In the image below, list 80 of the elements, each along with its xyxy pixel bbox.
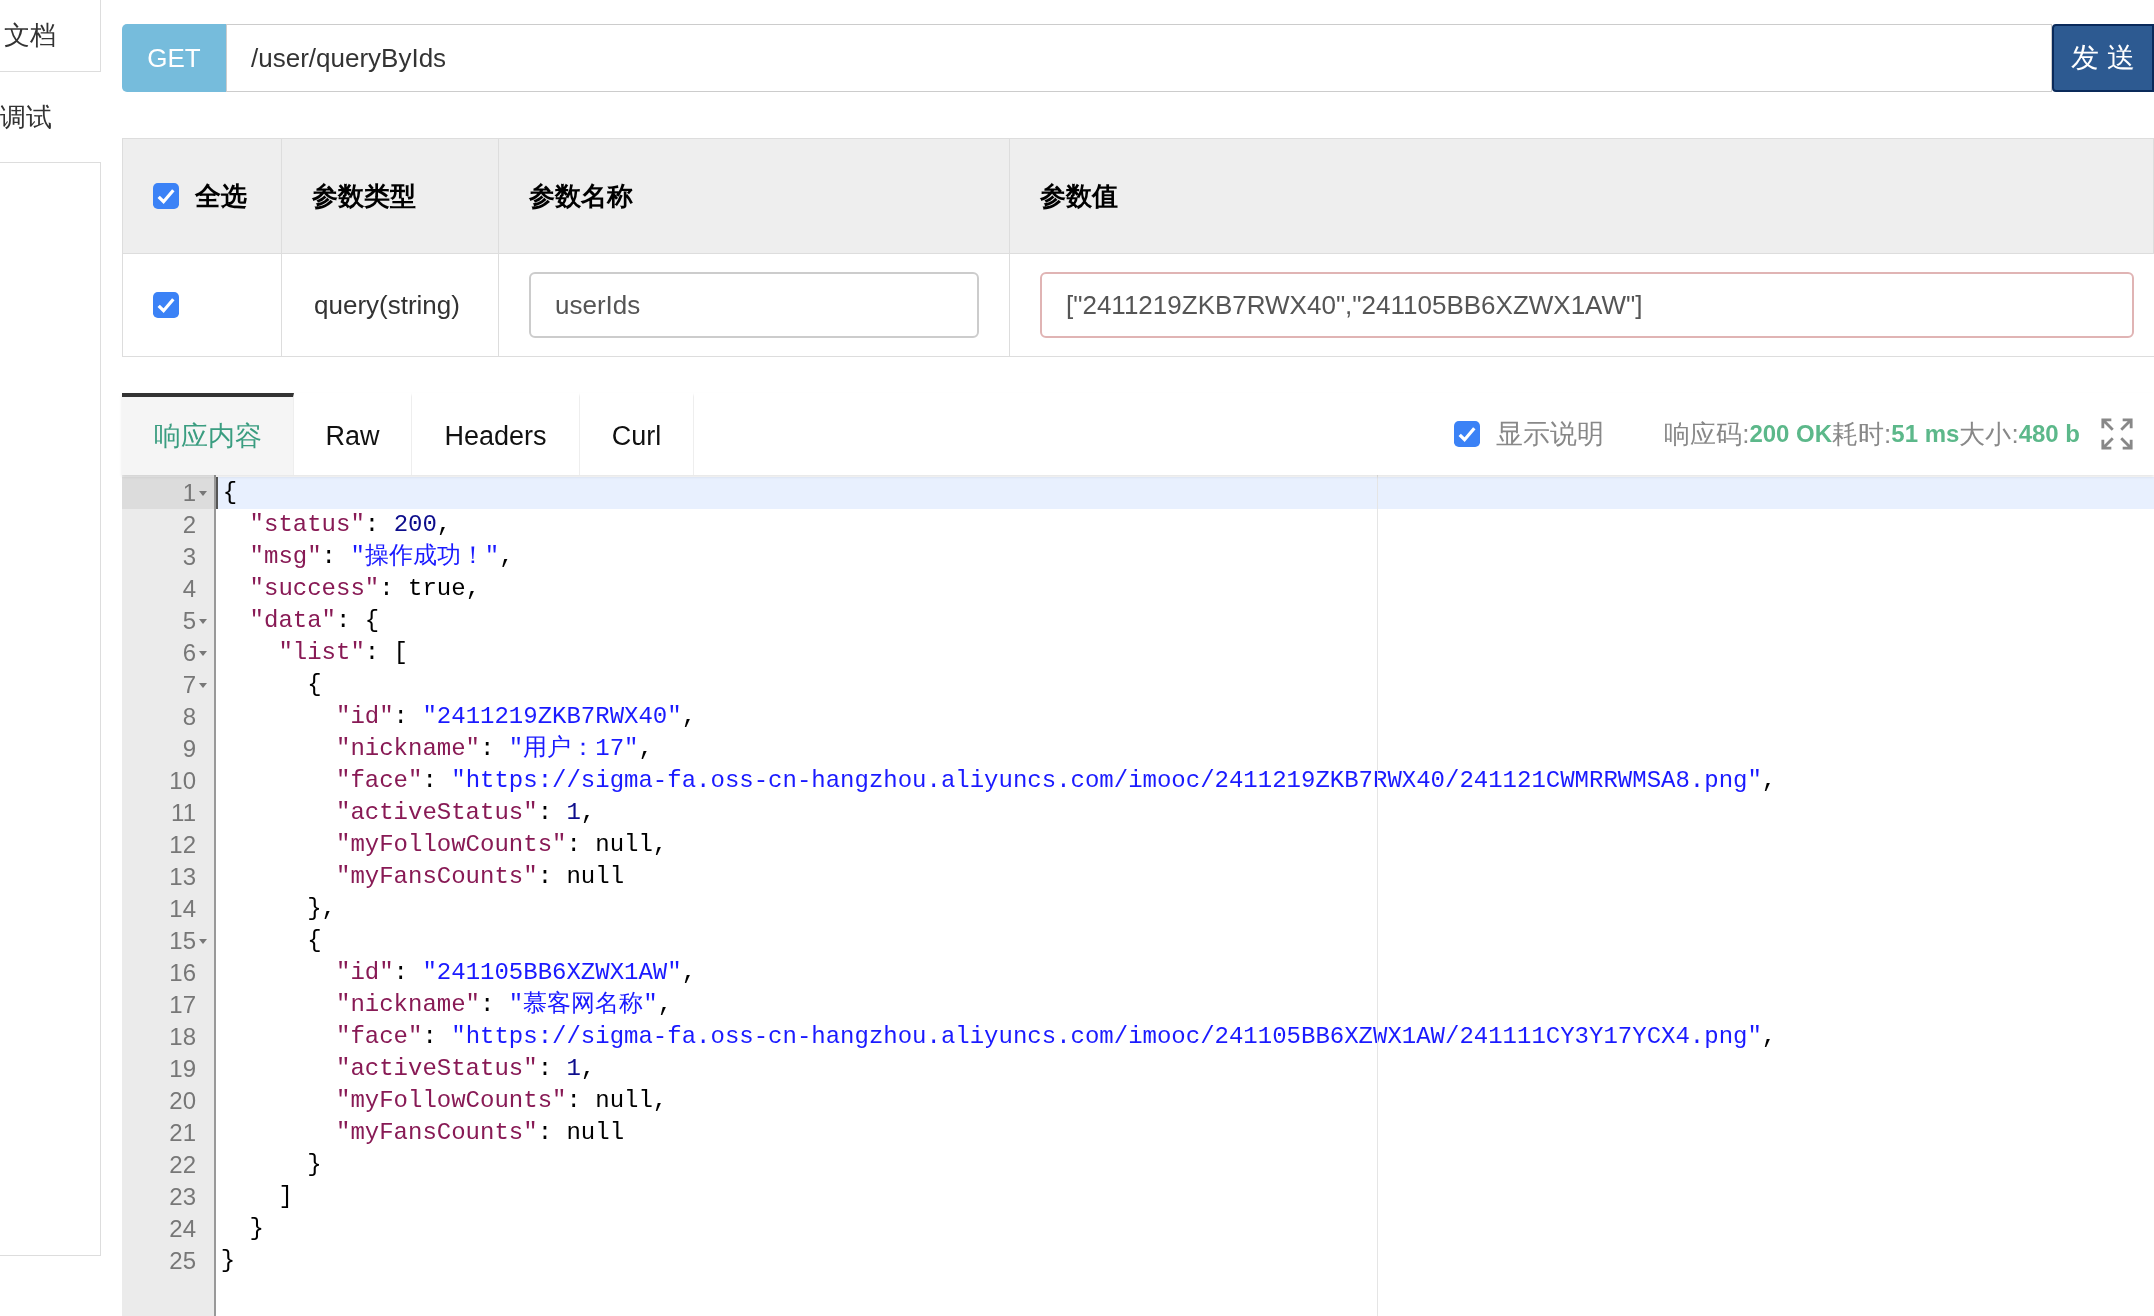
code-line: "myFollowCounts": null, — [336, 830, 668, 860]
response-tab[interactable]: Raw — [294, 393, 412, 475]
line-number: 21 — [169, 1118, 196, 1148]
code-line: "face": "https://sigma-fa.oss-cn-hangzhou.aliyuncs.com/imooc/241105BB6XZWX1AW/241111CY3Y17YCX4.png", — [336, 1022, 1777, 1052]
line-number: 20 — [169, 1086, 196, 1116]
line-number: 13 — [169, 862, 196, 892]
code-line: "id": "241105BB6XZWX1AW", — [336, 958, 697, 988]
code-line: "nickname": "用户：17", — [336, 734, 653, 764]
column-header: 参数名称 — [529, 180, 633, 211]
sidebar-item[interactable]: 调试 — [0, 97, 52, 137]
line-number: 8 — [182, 702, 196, 732]
code-line: "myFansCounts": null — [336, 862, 625, 892]
line-number: 24 — [169, 1214, 196, 1244]
line-number: 16 — [169, 958, 196, 988]
line-number: 1 — [182, 478, 196, 508]
code-line: "id": "2411219ZKB7RWX40", — [336, 702, 697, 732]
checkbox[interactable] — [153, 183, 179, 209]
column-header: 参数类型 — [312, 180, 416, 211]
code-line: } — [307, 1150, 322, 1180]
line-number: 25 — [169, 1246, 196, 1276]
code-line: "msg": "操作成功！", — [249, 542, 514, 572]
line-number: 4 — [182, 574, 196, 604]
code-line: "status": 200, — [249, 510, 452, 540]
checkbox-label[interactable]: 显示说明 — [1496, 413, 1605, 455]
line-number: 7 — [182, 670, 196, 700]
code-line: "activeStatus": 1, — [336, 798, 596, 828]
fullscreen-icon[interactable] — [2100, 417, 2134, 451]
checkbox[interactable] — [1454, 421, 1481, 447]
code-line: { — [307, 670, 322, 700]
code-line: }, — [307, 894, 336, 924]
line-number: 23 — [169, 1182, 196, 1212]
line-number: 19 — [169, 1054, 196, 1084]
fold-arrow-icon[interactable] — [198, 648, 208, 658]
line-number: 3 — [182, 542, 196, 572]
code-line: "list": [ — [278, 638, 409, 668]
stat-label: 响应码: — [1664, 417, 1750, 451]
code-line: "nickname": "慕客网名称", — [336, 989, 673, 1020]
column-header: 全选 — [195, 179, 247, 213]
line-number: 17 — [169, 990, 196, 1020]
code-line: "face": "https://sigma-fa.oss-cn-hangzhou.aliyuncs.com/imooc/2411219ZKB7RWX40/241121CWMRRWMSA8.png", — [336, 766, 1777, 796]
code-line: } — [249, 1214, 264, 1244]
response-tab[interactable]: Curl — [580, 393, 694, 475]
stat-value: 480 b — [2018, 419, 2080, 449]
line-number: 14 — [169, 894, 196, 924]
code-line: "success": true, — [249, 574, 481, 604]
response-tab[interactable]: Headers — [412, 393, 580, 475]
code-line: "data": { — [249, 606, 380, 636]
send-button[interactable]: 发 送 — [2052, 24, 2154, 92]
fold-arrow-icon[interactable] — [198, 936, 208, 946]
line-number: 6 — [182, 638, 196, 668]
stat-label: 耗时: — [1832, 417, 1892, 451]
line-number: 12 — [169, 830, 196, 860]
method-badge: GET — [122, 24, 226, 92]
line-number: 5 — [182, 606, 196, 636]
line-number: 22 — [169, 1150, 196, 1180]
stat-value: 200 OK — [1749, 419, 1833, 449]
value-field[interactable]: ["2411219ZKB7RWX40","241105BB6XZWX1AW"] — [1040, 272, 2134, 338]
code-line: { — [222, 478, 238, 508]
stat-label: 大小: — [1959, 417, 2019, 451]
stat-value: 51 ms — [1891, 419, 1960, 449]
line-number: 10 — [169, 766, 196, 796]
fold-arrow-icon[interactable] — [198, 616, 208, 626]
table-cell: query(string) — [314, 289, 460, 320]
line-number: 9 — [182, 734, 196, 764]
line-number: 15 — [169, 926, 196, 956]
code-line: } — [220, 1246, 236, 1276]
checkbox[interactable] — [153, 292, 179, 318]
code-line: "myFansCounts": null — [336, 1118, 625, 1148]
fold-arrow-icon[interactable] — [198, 488, 208, 498]
line-number: 11 — [171, 798, 196, 828]
line-number: 18 — [169, 1022, 196, 1052]
line-number: 2 — [182, 510, 196, 540]
code-line: "activeStatus": 1, — [336, 1054, 596, 1084]
code-line: ] — [278, 1182, 293, 1212]
code-line: "myFollowCounts": null, — [336, 1086, 668, 1116]
url-field[interactable]: /user/queryByIds — [226, 24, 2052, 92]
fold-arrow-icon[interactable] — [198, 680, 208, 690]
name-field[interactable]: userIds — [529, 272, 979, 338]
code-line: { — [307, 926, 322, 956]
column-header: 参数值 — [1040, 180, 1118, 211]
